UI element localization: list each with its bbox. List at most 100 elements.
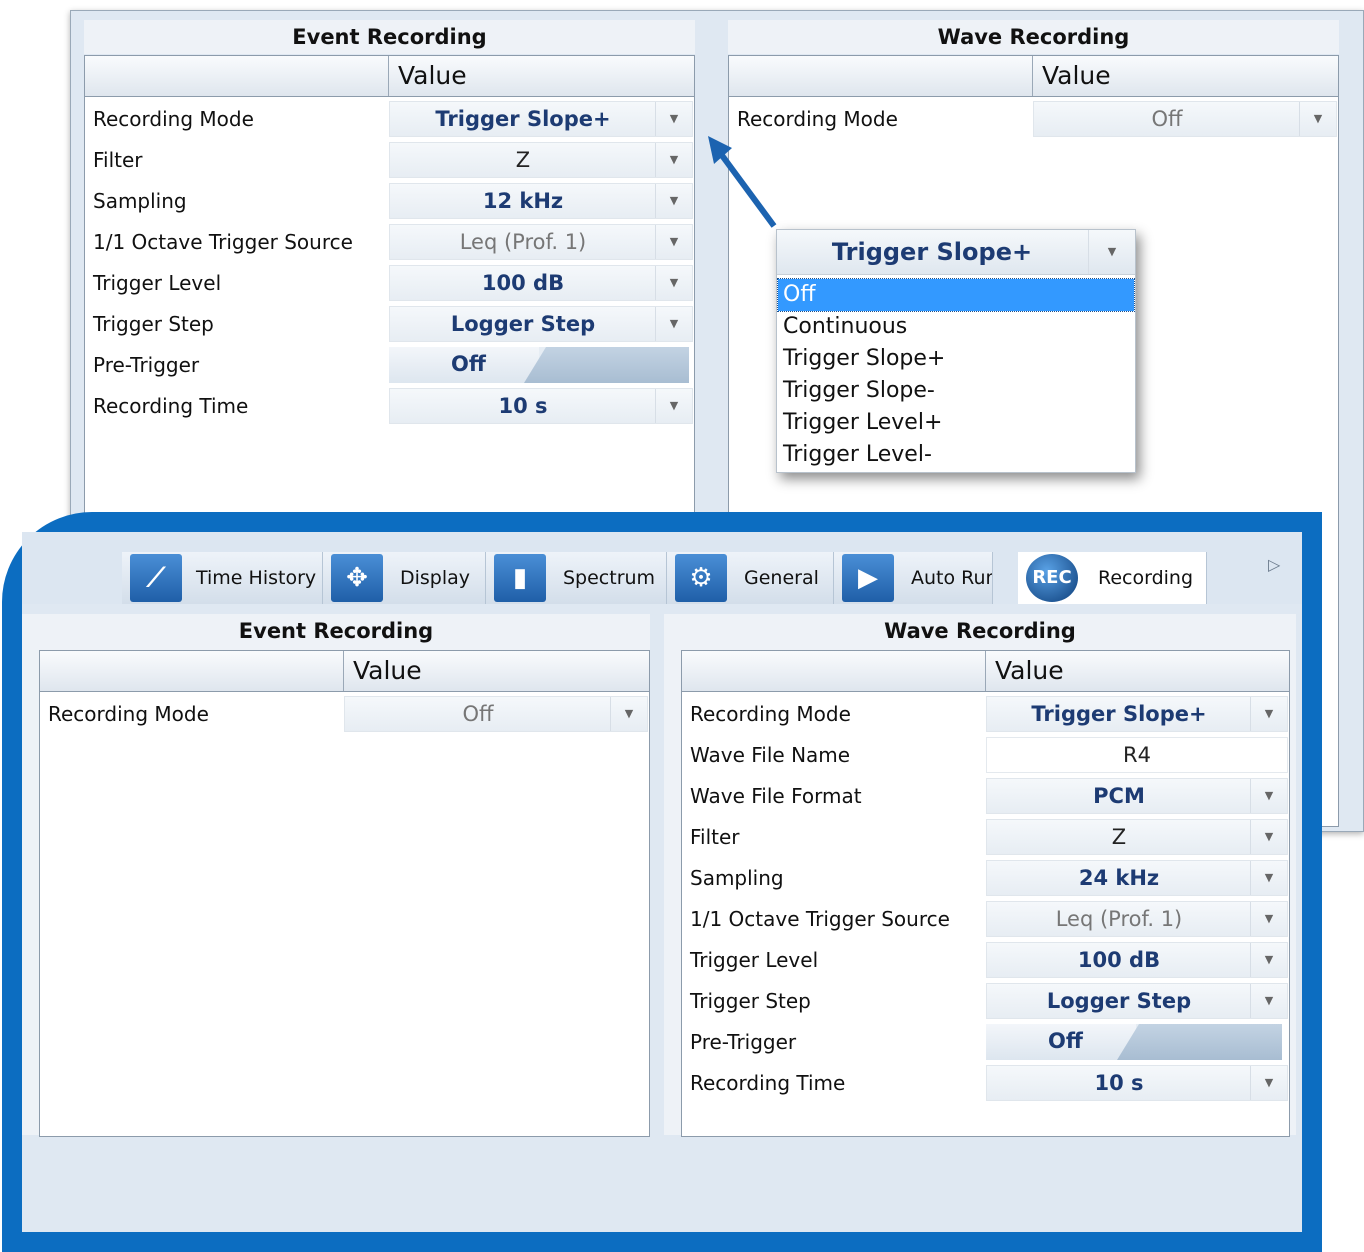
tab-bar: ⟋ Time History ✥ Display ▮ Spectrum ⚙ Ge… — [22, 532, 1302, 604]
tab-spectrum[interactable]: ▮ Spectrum — [486, 552, 667, 604]
panel-title: Event Recording — [22, 614, 650, 648]
chevron-down-icon[interactable]: ▼ — [1250, 697, 1287, 731]
chevron-down-icon[interactable]: ▼ — [1299, 102, 1336, 136]
property-grid: Value Recording Mode Trigger Slope+ ▼ Fi… — [84, 55, 695, 527]
grid-row: Trigger Step Logger Step ▼ — [682, 981, 1289, 1021]
wave-file-format-dropdown[interactable]: PCM ▼ — [986, 778, 1288, 814]
trigger-step-dropdown[interactable]: Logger Step ▼ — [986, 983, 1288, 1019]
grid-row: Filter Z ▼ — [85, 140, 694, 180]
dropdown-value: Z — [1111, 825, 1127, 849]
tab-general[interactable]: ⚙ General — [667, 552, 834, 604]
dropdown-value: Logger Step — [450, 312, 596, 336]
chevron-down-icon[interactable]: ▼ — [655, 389, 692, 423]
dropdown-option[interactable]: Trigger Level+ — [778, 407, 1134, 439]
value-column-header: Value — [353, 656, 422, 685]
auto-run-icon: ▶ — [842, 554, 894, 602]
recording-mode-dropdown-popup: Trigger Slope+ ▼ Off Continuous Trigger … — [776, 229, 1136, 473]
grid-row: Recording Mode Off ▼ — [40, 694, 649, 734]
dropdown-header[interactable]: Trigger Slope+ ▼ — [777, 230, 1135, 275]
chevron-down-icon[interactable]: ▼ — [1250, 902, 1287, 936]
chevron-down-icon[interactable]: ▼ — [610, 697, 647, 731]
recording-mode-dropdown[interactable]: Trigger Slope+ ▼ — [389, 101, 693, 137]
pre-trigger-toggle[interactable]: Off — [986, 1024, 1282, 1060]
grid-row: Wave File Name R4 — [682, 735, 1289, 775]
value-column-header: Value — [995, 656, 1064, 685]
sampling-dropdown[interactable]: 12 kHz ▼ — [389, 183, 693, 219]
dropdown-option[interactable]: Continuous — [778, 311, 1134, 343]
pre-trigger-toggle[interactable]: Off — [389, 347, 689, 383]
dropdown-value: Off — [1151, 107, 1183, 131]
panel-title: Event Recording — [84, 20, 695, 54]
dropdown-value: 10 s — [1094, 1071, 1144, 1095]
trigger-level-dropdown[interactable]: 100 dB ▼ — [986, 942, 1288, 978]
chevron-down-icon[interactable]: ▼ — [655, 266, 692, 300]
display-icon: ✥ — [331, 554, 383, 602]
chevron-down-icon[interactable]: ▼ — [655, 102, 692, 136]
chevron-down-icon[interactable]: ▼ — [655, 225, 692, 259]
dropdown-value: Leq (Prof. 1) — [459, 230, 587, 254]
grid-row: Wave File Format PCM ▼ — [682, 776, 1289, 816]
trigger-step-dropdown[interactable]: Logger Step ▼ — [389, 306, 693, 342]
dropdown-value: 24 kHz — [1078, 866, 1160, 890]
recording-mode-dropdown[interactable]: Trigger Slope+ ▼ — [986, 696, 1288, 732]
panel-title: Wave Recording — [728, 20, 1339, 54]
dropdown-option[interactable]: Trigger Slope- — [778, 375, 1134, 407]
row-label: 1/1 Octave Trigger Source — [93, 230, 353, 254]
grid-row: 1/1 Octave Trigger Source Leq (Prof. 1) … — [682, 899, 1289, 939]
bottom-wave-recording-panel: Wave Recording Value Recording Mode Trig… — [664, 614, 1296, 1137]
tab-display[interactable]: ✥ Display — [323, 552, 486, 604]
tab-label: General — [744, 567, 819, 589]
row-label: Pre-Trigger — [690, 1030, 797, 1054]
chevron-down-icon[interactable]: ▼ — [1250, 820, 1287, 854]
tab-recording[interactable]: REC Recording — [1018, 552, 1207, 604]
trigger-level-dropdown[interactable]: 100 dB ▼ — [389, 265, 693, 301]
chevron-down-icon[interactable]: ▼ — [1250, 943, 1287, 977]
tab-label: Spectrum — [563, 567, 656, 589]
trigger-source-dropdown[interactable]: Leq (Prof. 1) ▼ — [389, 224, 693, 260]
tab-label: Display — [400, 567, 471, 589]
row-label: Wave File Format — [690, 784, 862, 808]
filter-dropdown[interactable]: Z ▼ — [986, 819, 1288, 855]
row-label: Filter — [93, 148, 143, 172]
dropdown-option[interactable]: Off — [777, 278, 1135, 312]
chevron-down-icon[interactable]: ▼ — [1250, 984, 1287, 1018]
chevron-down-icon[interactable]: ▼ — [1088, 230, 1135, 274]
dropdown-value: 12 kHz — [482, 189, 564, 213]
chevron-down-icon[interactable]: ▼ — [1250, 1066, 1287, 1100]
row-label: Recording Time — [93, 394, 249, 418]
chevron-down-icon[interactable]: ▼ — [1250, 779, 1287, 813]
row-label: Recording Time — [690, 1071, 846, 1095]
chevron-down-icon[interactable]: ▼ — [1250, 861, 1287, 895]
recording-time-dropdown[interactable]: 10 s ▼ — [986, 1065, 1288, 1101]
dropdown-value: 100 dB — [1077, 948, 1161, 972]
filter-dropdown[interactable]: Z ▼ — [389, 142, 693, 178]
row-label: Recording Mode — [93, 107, 254, 131]
sampling-dropdown[interactable]: 24 kHz ▼ — [986, 860, 1288, 896]
callout-arrow-icon — [708, 136, 777, 228]
dropdown-current-value: Trigger Slope+ — [831, 238, 1033, 266]
row-label: Pre-Trigger — [93, 353, 200, 377]
row-label: Filter — [690, 825, 740, 849]
recording-mode-dropdown[interactable]: Off ▼ — [344, 696, 648, 732]
dropdown-option[interactable]: Trigger Slope+ — [778, 343, 1134, 375]
bottom-event-recording-panel: Event Recording Value Recording Mode Off… — [22, 614, 650, 1137]
row-label: Trigger Step — [690, 989, 811, 1013]
trigger-source-dropdown[interactable]: Leq (Prof. 1) ▼ — [986, 901, 1288, 937]
dropdown-option[interactable]: Trigger Level- — [778, 439, 1134, 471]
recording-time-dropdown[interactable]: 10 s ▼ — [389, 388, 693, 424]
dropdown-value: 10 s — [498, 394, 548, 418]
wave-file-name-input[interactable]: R4 — [986, 737, 1288, 773]
chevron-down-icon[interactable]: ▼ — [655, 143, 692, 177]
grid-row: Trigger Level 100 dB ▼ — [85, 263, 694, 303]
grid-row: Trigger Level 100 dB ▼ — [682, 940, 1289, 980]
grid-row: Recording Time 10 s ▼ — [682, 1063, 1289, 1103]
recording-mode-dropdown[interactable]: Off ▼ — [1033, 101, 1337, 137]
chevron-down-icon[interactable]: ▼ — [655, 184, 692, 218]
dropdown-value: PCM — [1093, 784, 1145, 808]
tab-auto-run[interactable]: ▶ Auto Run — [834, 552, 993, 604]
tab-scroll-right-icon[interactable]: ▷ — [1268, 555, 1280, 574]
grid-header: Value — [85, 56, 694, 97]
chevron-down-icon[interactable]: ▼ — [655, 307, 692, 341]
tab-time-history[interactable]: ⟋ Time History — [122, 552, 323, 604]
grid-row: Trigger Step Logger Step ▼ — [85, 304, 694, 344]
